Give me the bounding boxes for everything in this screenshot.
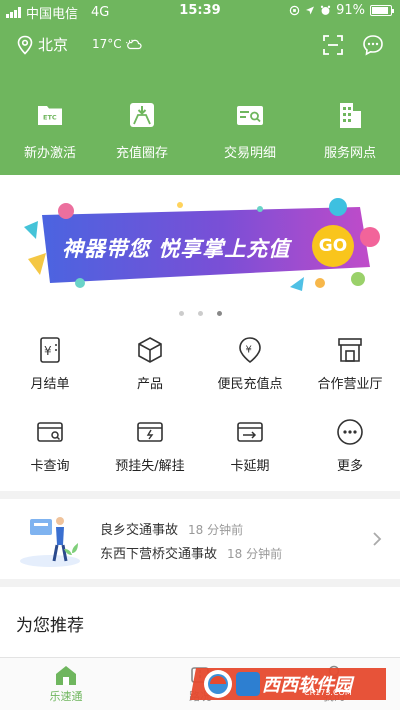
home-icon	[56, 666, 76, 685]
tab-label: 乐速通	[49, 690, 83, 703]
battery-fill	[372, 7, 388, 14]
location-selector[interactable]: 北京	[16, 34, 68, 55]
news-title: 东西下营桥交通事故	[100, 547, 218, 562]
quick-action-label: 服务网点	[323, 146, 376, 161]
grid-item-label: 卡查询	[30, 459, 70, 474]
quick-action-label: 新办激活	[23, 146, 76, 161]
banner-go-button[interactable]: GO	[312, 225, 354, 267]
service-grid: ¥ 月结单 产品 ¥ 便民充值点 合作营业厅 卡查询 预挂失/解挂 卡延期 更多	[0, 327, 400, 491]
banner-section: 神器带您 悦享掌上充值 GO	[0, 175, 400, 327]
yuan-pin-icon: ¥	[239, 337, 261, 364]
battery-percent: 91%	[336, 3, 365, 18]
temperature: 17°C	[92, 37, 122, 51]
building-icon	[340, 103, 361, 128]
grid-item-label: 合作营业厅	[317, 377, 383, 392]
tab-home[interactable]: 乐速通	[16, 664, 116, 704]
carousel-dots	[0, 311, 400, 316]
status-right: 91%	[289, 3, 394, 18]
grid-item-products[interactable]: 产品	[100, 335, 200, 392]
recommend-title: 为您推荐	[16, 616, 84, 636]
storefront-icon	[338, 338, 362, 362]
cloudy-icon	[125, 39, 142, 50]
transaction-detail-icon	[237, 106, 263, 125]
scan-icon[interactable]	[322, 34, 344, 56]
quick-action-label: 充值圈存	[115, 146, 168, 161]
battery-icon	[370, 5, 394, 16]
quick-action-service-points[interactable]: 服务网点	[300, 100, 400, 161]
recommend-section: 为您推荐	[0, 587, 400, 657]
grid-item-recharge-points[interactable]: ¥ 便民充值点	[200, 335, 300, 392]
carousel-dot[interactable]	[197, 311, 203, 316]
watermark-url: CR173.COM	[304, 688, 352, 697]
grid-item-monthly-bill[interactable]: ¥ 月结单	[0, 335, 100, 392]
quick-action-recharge[interactable]: 充值圈存	[92, 100, 192, 161]
news-item[interactable]: 良乡交通事故 18 分钟前	[100, 519, 243, 538]
alarm-icon	[320, 5, 331, 15]
news-time: 18 分钟前	[188, 523, 244, 537]
svg-text:¥: ¥	[44, 344, 52, 358]
status-bar: 中国电信 4G 15:39 91%	[0, 0, 400, 22]
message-icon[interactable]	[362, 34, 384, 56]
quick-action-label: 交易明细	[223, 146, 276, 161]
grid-item-label: 产品	[136, 377, 163, 392]
news-time: 18 分钟前	[227, 547, 283, 561]
news-title: 良乡交通事故	[100, 523, 179, 538]
grid-item-card-query[interactable]: 卡查询	[0, 417, 100, 474]
svg-text:¥: ¥	[246, 345, 252, 356]
grid-item-card-extension[interactable]: 卡延期	[200, 417, 300, 474]
carousel-dot[interactable]	[178, 311, 184, 316]
card-extend-icon	[237, 422, 263, 442]
city-name: 北京	[38, 36, 69, 54]
orientation-lock-icon	[289, 5, 300, 16]
more-icon	[337, 419, 363, 445]
grid-item-label: 更多	[336, 459, 363, 474]
quick-action-transactions[interactable]: 交易明细	[200, 100, 300, 161]
header: 北京 17°C ETC 新办激活 充值圈存 交易明细 服务网点	[0, 22, 400, 175]
grid-item-label: 卡延期	[230, 459, 270, 474]
quick-action-activate[interactable]: ETC 新办激活	[0, 100, 100, 161]
grid-item-label: 预挂失/解挂	[115, 459, 185, 474]
card-lock-icon	[137, 422, 163, 442]
product-box-icon	[138, 337, 162, 363]
weather: 17°C	[92, 37, 142, 51]
grid-item-partner-halls[interactable]: 合作营业厅	[300, 335, 400, 392]
traffic-news[interactable]: 良乡交通事故 18 分钟前 东西下营桥交通事故 18 分钟前	[0, 499, 400, 579]
chevron-right-icon[interactable]	[372, 531, 382, 547]
banner-text: 神器带您 悦享掌上充值	[62, 237, 291, 261]
news-item[interactable]: 东西下营桥交通事故 18 分钟前	[100, 543, 282, 562]
promo-banner[interactable]: 神器带您 悦享掌上充值 GO	[20, 197, 380, 293]
svg-text:ETC: ETC	[43, 114, 57, 122]
card-search-icon	[37, 422, 63, 442]
grid-item-label: 便民充值点	[217, 377, 283, 392]
traffic-news-illustration	[20, 517, 80, 567]
monthly-bill-icon: ¥	[40, 337, 60, 363]
location-pin-icon	[17, 35, 33, 55]
etc-card-icon: ETC	[38, 106, 62, 125]
grid-item-label: 月结单	[30, 377, 70, 392]
grid-item-more[interactable]: 更多	[300, 417, 400, 474]
grid-item-report-loss[interactable]: 预挂失/解挂	[100, 417, 200, 474]
location-arrow-icon	[306, 6, 315, 15]
carousel-dot[interactable]	[216, 311, 222, 316]
recharge-machine-icon	[130, 103, 154, 127]
